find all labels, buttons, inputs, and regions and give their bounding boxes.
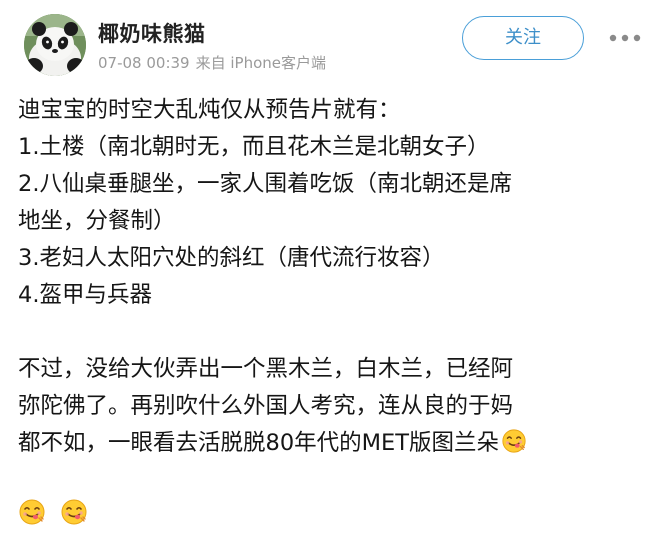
post-line: 都不如，一眼看去活脱脱80年代的MET版图兰朵	[18, 430, 500, 456]
post-line: 不过，没给大伙弄出一个黑木兰，白木兰，已经阿	[18, 356, 514, 382]
follow-button[interactable]: 关注	[462, 16, 584, 60]
panda-avatar-icon[interactable]	[24, 14, 86, 76]
post-source: 来自 iPhone客户端	[195, 54, 326, 72]
weibo-post: 椰奶味熊猫 07-08 00:39 来自 iPhone客户端 关注 迪宝宝的时空大…	[0, 0, 660, 537]
post-line: 2.八仙桌垂腿坐，一家人围着吃饭（南北朝还是席	[18, 171, 512, 197]
post-line-with-emoji: 都不如，一眼看去活脱脱80年代的MET版图兰朵	[18, 425, 646, 462]
post-meta: 07-08 00:39 来自 iPhone客户端	[98, 52, 332, 73]
yummy-face-emoji-icon	[60, 498, 88, 526]
yummy-face-emoji-icon	[18, 498, 46, 526]
post-line: 4.盔甲与兵器	[18, 282, 152, 308]
post-line: 3.老妇人太阳穴处的斜红（唐代流行妆容）	[18, 245, 445, 271]
post-line: 地坐，分餐制）	[18, 208, 176, 234]
yummy-face-emoji-icon	[501, 428, 527, 454]
more-dots-icon[interactable]	[608, 28, 642, 48]
post-line: 弥陀佛了。再别吹什么外国人考究，连从良的于妈	[18, 393, 514, 419]
user-name[interactable]: 椰奶味熊猫	[98, 18, 206, 48]
post-line: 迪宝宝的时空大乱炖仅从预告片就有：	[18, 97, 401, 123]
post-header: 椰奶味熊猫 07-08 00:39 来自 iPhone客户端 关注	[16, 10, 644, 76]
post-time: 07-08 00:39	[98, 54, 190, 72]
post-text: 迪宝宝的时空大乱炖仅从预告片就有： 1.土楼（南北朝时无，而且花木兰是北朝女子）…	[18, 92, 646, 462]
post-line: 1.土楼（南北朝时无，而且花木兰是北朝女子）	[18, 134, 490, 160]
emoji-row	[18, 498, 102, 532]
